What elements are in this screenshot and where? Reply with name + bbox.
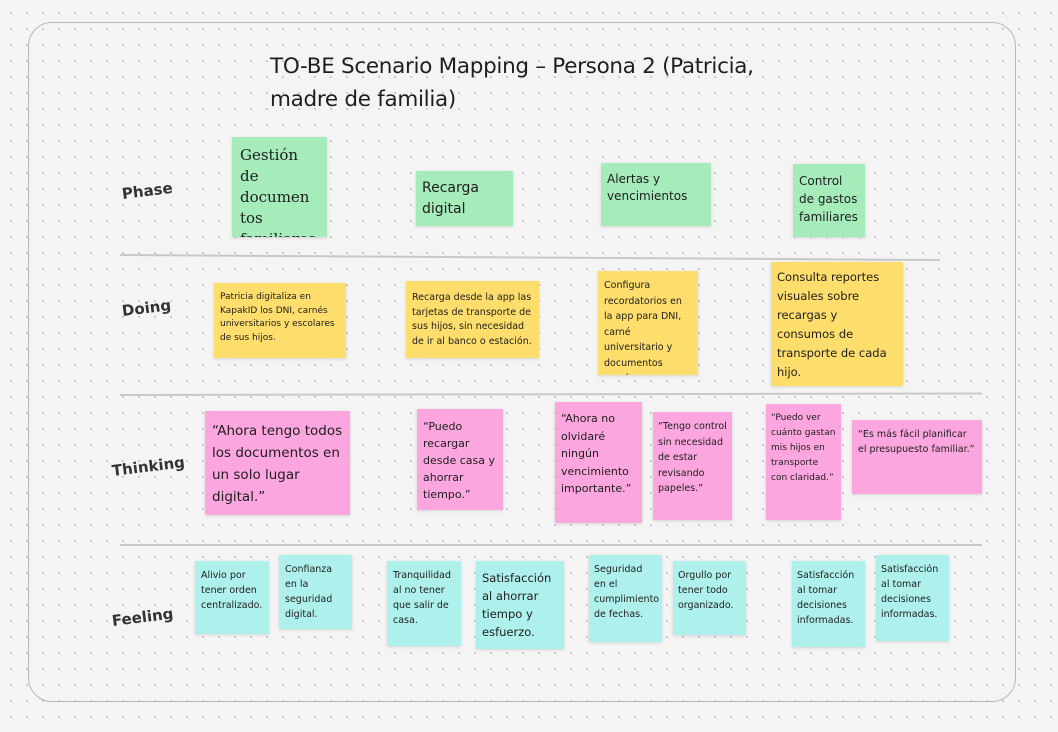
sticky-phase[interactable]: Recarga digital — [416, 171, 513, 226]
sticky-feeling[interactable]: Confianza en la seguridad digital. — [279, 555, 352, 629]
divider-thinking-feeling — [120, 544, 982, 546]
sticky-phase[interactable]: Gestión de documen tos familiares — [232, 137, 327, 237]
sticky-feeling[interactable]: Alivio por tener orden centralizado. — [195, 561, 269, 634]
sticky-feeling[interactable]: Seguridad en el cumplimiento de fechas. — [589, 555, 662, 642]
sticky-thinking[interactable]: “Ahora tengo todos los documentos en un … — [205, 411, 350, 515]
sticky-thinking[interactable]: “Puedo ver cuánto gastan mis hijos en tr… — [766, 404, 841, 520]
sticky-phase[interactable]: Alertas y vencimientos — [601, 163, 711, 226]
sticky-feeling[interactable]: Satisfacción al ahorrar tiempo y esfuerz… — [476, 561, 564, 649]
sticky-doing[interactable]: Recarga desde la app las tarjetas de tra… — [406, 281, 539, 358]
sticky-feeling[interactable]: Orgullo por tener todo organizado. — [673, 561, 746, 635]
sticky-feeling[interactable]: Satisfacción al tomar decisiones informa… — [792, 561, 865, 647]
board-title: TO-BE Scenario Mapping – Persona 2 (Patr… — [270, 54, 754, 112]
sticky-thinking[interactable]: “Tengo control sin necesidad de estar re… — [653, 412, 732, 520]
sticky-phase[interactable]: Control de gastos familiares — [793, 164, 865, 237]
sticky-doing[interactable]: Consulta reportes visuales sobre recarga… — [771, 262, 903, 386]
sticky-doing[interactable]: Configura recordatorios en la app para D… — [598, 271, 698, 375]
sticky-feeling[interactable]: Satisfacción al tomar decisiones informa… — [876, 555, 949, 641]
sticky-thinking[interactable]: “Puedo recargar desde casa y ahorrar tie… — [417, 409, 503, 510]
sticky-thinking[interactable]: “Ahora no olvidaré ningún vencimiento im… — [555, 402, 642, 523]
sticky-feeling[interactable]: Tranquilidad al no tener que salir de ca… — [387, 561, 461, 646]
sticky-thinking[interactable]: “Es más fácil planificar el presupuesto … — [852, 420, 982, 494]
sticky-doing[interactable]: Patricia digitaliza en KapakID los DNI, … — [214, 283, 346, 358]
